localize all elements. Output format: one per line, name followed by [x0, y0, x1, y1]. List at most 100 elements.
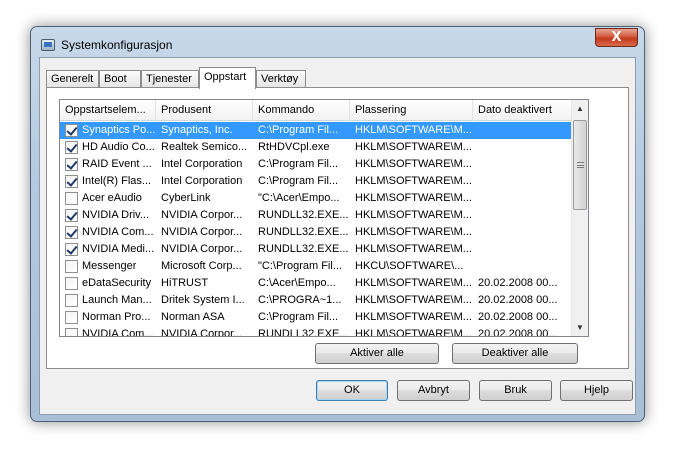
- date-disabled-cell: [473, 156, 573, 173]
- location-cell: HKLM\SOFTWARE\M...: [355, 124, 472, 136]
- column-header-date-disabled[interactable]: Dato deaktivert: [473, 100, 573, 121]
- command-cell: C:\Acer\Empo...: [258, 277, 336, 289]
- date-disabled-cell: [473, 207, 573, 224]
- startup-items-list[interactable]: Oppstartselem... Produsent Kommando Plas…: [59, 99, 589, 337]
- startup-item-name: HD Audio Co...: [82, 141, 155, 153]
- column-header-startup-item[interactable]: Oppstartselem...: [60, 100, 156, 121]
- startup-item-name: eDataSecurity: [82, 277, 152, 289]
- command-cell: RtHDVCpl.exe: [258, 141, 330, 153]
- table-row[interactable]: Messenger Microsoft Corp... "C:\Program Fi…: [60, 258, 573, 275]
- startup-item-cell: NVIDIA Com...: [60, 326, 156, 336]
- table-row[interactable]: NVIDIA Com... NVIDIA Corpor... RUNDLL32.EX…: [60, 224, 573, 241]
- startup-item-cell: NVIDIA Driv...: [60, 207, 156, 224]
- enable-checkbox[interactable]: [65, 294, 78, 307]
- startup-item-name: Norman Pro...: [82, 311, 151, 323]
- table-row[interactable]: NVIDIA Com... NVIDIA Corpor... RUNDLL32.EX…: [60, 326, 573, 337]
- scrollbar-thumb[interactable]: [573, 120, 587, 210]
- column-header-manufacturer[interactable]: Produsent: [156, 100, 253, 121]
- table-row[interactable]: RAID Event ... Intel Corporation C:\Progra…: [60, 156, 573, 173]
- location-cell: HKLM\SOFTWARE\M...: [355, 175, 472, 187]
- disable-all-button[interactable]: Deaktiver alle: [452, 343, 578, 364]
- command-cell: "C:\Acer\Empo...: [258, 192, 340, 204]
- help-button[interactable]: Hjelp: [560, 380, 633, 401]
- enable-checkbox[interactable]: [65, 260, 78, 273]
- startup-item-name: NVIDIA Medi...: [82, 243, 155, 255]
- location-cell: HKLM\SOFTWARE\M...: [355, 277, 472, 289]
- startup-item-name: Messenger: [82, 260, 137, 272]
- enable-checkbox[interactable]: [65, 158, 78, 171]
- table-row[interactable]: Acer eAudio CyberLink "C:\Acer\Empo... HKLM…: [60, 190, 573, 207]
- msconfig-app-icon: [41, 39, 55, 51]
- command-cell: C:\Program Fil...: [258, 124, 339, 136]
- startup-item-cell: Intel(R) Flas...: [60, 173, 156, 190]
- vertical-scrollbar[interactable]: ▲ ▼: [571, 100, 588, 336]
- date-disabled-cell: [473, 241, 573, 258]
- command-cell: RUNDLL32.EXE...: [258, 226, 349, 238]
- date-disabled-cell: [473, 190, 573, 207]
- table-row[interactable]: HD Audio Co... Realtek Semico... RtHDVCpl.…: [60, 139, 573, 156]
- scroll-up-arrow-icon[interactable]: ▲: [572, 100, 588, 117]
- enable-checkbox[interactable]: [65, 175, 78, 188]
- scroll-down-arrow-icon[interactable]: ▼: [572, 319, 588, 336]
- dialog-body: Generelt Boot Tjenester Oppstart Verktøy…: [39, 57, 636, 415]
- date-disabled-cell: [473, 258, 573, 275]
- location-cell: HKLM\SOFTWARE\M...: [355, 311, 472, 323]
- enable-checkbox[interactable]: [65, 243, 78, 256]
- table-row[interactable]: Intel(R) Flas... Intel Corporation C:\Prog…: [60, 173, 573, 190]
- enable-checkbox[interactable]: [65, 124, 78, 137]
- enable-checkbox[interactable]: [65, 328, 78, 336]
- table-row[interactable]: Norman Pro... Norman ASA C:\Program Fil...…: [60, 309, 573, 326]
- enable-checkbox[interactable]: [65, 192, 78, 205]
- startup-item-cell: HD Audio Co...: [60, 139, 156, 156]
- location-cell: HKLM\SOFTWARE\M...: [355, 226, 472, 238]
- enable-checkbox[interactable]: [65, 226, 78, 239]
- tab-generelt[interactable]: Generelt: [46, 70, 99, 88]
- column-header-location[interactable]: Plassering: [350, 100, 473, 121]
- manufacturer-cell: Intel Corporation: [161, 158, 243, 170]
- enable-all-button[interactable]: Aktiver alle: [315, 343, 439, 364]
- manufacturer-cell: Microsoft Corp...: [161, 260, 242, 272]
- manufacturer-cell: Intel Corporation: [161, 175, 243, 187]
- enable-checkbox[interactable]: [65, 209, 78, 222]
- tab-boot[interactable]: Boot: [99, 70, 141, 88]
- manufacturer-cell: Realtek Semico...: [161, 141, 248, 153]
- ok-button[interactable]: OK: [316, 380, 388, 401]
- table-row[interactable]: Launch Man... Dritek System I... C:\PROGRA…: [60, 292, 573, 309]
- date-disabled-cell: [473, 173, 573, 190]
- startup-item-cell: Synaptics Po...: [60, 122, 156, 139]
- startup-item-name: Acer eAudio: [82, 192, 142, 204]
- startup-item-cell: Acer eAudio: [60, 190, 156, 207]
- table-row[interactable]: Synaptics Po... Synaptics, Inc. C:\Program…: [60, 122, 573, 139]
- table-row[interactable]: eDataSecurity HiTRUST C:\Acer\Empo... HKLM\…: [60, 275, 573, 292]
- close-button[interactable]: X: [595, 28, 638, 47]
- system-config-window: Systemkonfigurasjon X Generelt Boot Tjen…: [30, 26, 645, 422]
- enable-checkbox[interactable]: [65, 311, 78, 324]
- apply-button[interactable]: Bruk: [479, 380, 552, 401]
- manufacturer-cell: NVIDIA Corpor...: [161, 243, 243, 255]
- startup-item-cell: Messenger: [60, 258, 156, 275]
- list-rows: Synaptics Po... Synaptics, Inc. C:\Program…: [60, 122, 573, 337]
- command-cell: C:\PROGRA~1...: [258, 294, 342, 306]
- date-disabled-cell: [473, 224, 573, 241]
- table-row[interactable]: NVIDIA Medi... NVIDIA Corpor... RUNDLL32.E…: [60, 241, 573, 258]
- cancel-button[interactable]: Avbryt: [397, 380, 470, 401]
- tab-tjenester[interactable]: Tjenester: [141, 70, 199, 88]
- window-title: Systemkonfigurasjon: [61, 38, 173, 52]
- enable-checkbox[interactable]: [65, 141, 78, 154]
- location-cell: HKCU\SOFTWARE\...: [355, 260, 464, 272]
- enable-checkbox[interactable]: [65, 277, 78, 290]
- startup-item-cell: Launch Man...: [60, 292, 156, 309]
- location-cell: HKLM\SOFTWARE\M...: [355, 192, 472, 204]
- location-cell: HKLM\SOFTWARE\M...: [355, 328, 472, 337]
- command-cell: C:\Program Fil...: [258, 175, 339, 187]
- startup-tab-panel: Oppstartselem... Produsent Kommando Plas…: [46, 87, 629, 369]
- title-bar[interactable]: Systemkonfigurasjon X: [31, 27, 644, 57]
- grip-icon: [577, 162, 584, 168]
- column-header-command[interactable]: Kommando: [253, 100, 350, 121]
- tab-oppstart[interactable]: Oppstart: [199, 67, 256, 89]
- command-cell: "C:\Program Fil...: [258, 260, 342, 272]
- location-cell: HKLM\SOFTWARE\M...: [355, 294, 472, 306]
- date-disabled-cell: 20.02.2008 00...: [478, 277, 558, 289]
- table-row[interactable]: NVIDIA Driv... NVIDIA Corpor... RUNDLL32.E…: [60, 207, 573, 224]
- tab-verktoy[interactable]: Verktøy: [256, 70, 306, 88]
